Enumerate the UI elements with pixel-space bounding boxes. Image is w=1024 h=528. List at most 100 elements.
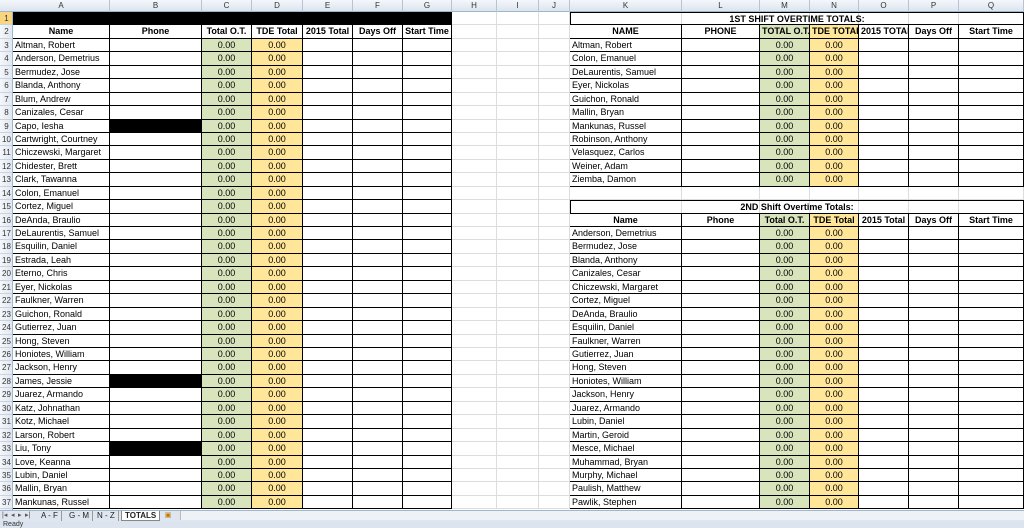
cell[interactable] (403, 186, 452, 201)
tde-total-cell[interactable]: 0.00 (252, 495, 303, 510)
shift2-phone-cell[interactable] (682, 374, 760, 389)
total-ot-cell[interactable]: 0.00 (202, 173, 252, 187)
prev-sheet-icon[interactable]: ◂ (11, 511, 15, 519)
cell[interactable] (859, 253, 909, 268)
cell[interactable] (452, 495, 497, 510)
shift2-phone-cell[interactable] (682, 253, 760, 268)
total-ot-cell[interactable]: 0.00 (202, 119, 252, 133)
row-header[interactable]: 10 (0, 133, 12, 147)
phone-cell[interactable] (110, 361, 202, 375)
employee-name-cell[interactable]: Hong, Steven (13, 334, 110, 348)
row-header[interactable]: 28 (0, 375, 12, 389)
tde-total-cell[interactable]: 0.00 (252, 253, 303, 268)
cell[interactable] (452, 106, 497, 120)
cell[interactable] (959, 119, 1024, 133)
shift1-total-ot-cell[interactable]: 0.00 (760, 92, 810, 107)
column-header-f[interactable]: F (353, 0, 403, 12)
shift2-total-ot-cell[interactable]: 0.00 (760, 388, 810, 402)
cell[interactable] (539, 186, 570, 201)
cell[interactable] (539, 65, 570, 80)
cell[interactable] (403, 307, 452, 322)
tde-total-cell[interactable]: 0.00 (252, 52, 303, 66)
cell[interactable] (859, 132, 909, 147)
shift2-tde-total-cell[interactable]: 0.00 (810, 374, 859, 389)
shift1-total-ot-cell[interactable]: 0.00 (760, 38, 810, 53)
cell[interactable] (303, 334, 353, 348)
cell[interactable] (353, 227, 403, 241)
cell[interactable] (859, 307, 909, 322)
column-header-j[interactable]: J (539, 0, 570, 12)
shift1-phone-cell[interactable] (682, 92, 760, 107)
shift2-total-ot-cell[interactable]: 0.00 (760, 495, 810, 510)
cell[interactable] (909, 428, 959, 443)
total-ot-cell[interactable]: 0.00 (202, 200, 252, 214)
shift2-name-cell[interactable]: Murphy, Michael (570, 468, 682, 483)
cell[interactable] (403, 294, 452, 308)
shift2-name-cell[interactable]: Pawlik, Stephen (570, 495, 682, 510)
shift2-total-ot-cell[interactable]: 0.00 (760, 348, 810, 362)
total-ot-cell[interactable]: 0.00 (202, 374, 252, 389)
shift2-total-ot-cell[interactable]: 0.00 (760, 455, 810, 469)
shift1-phone-cell[interactable] (682, 106, 760, 120)
shift2-title[interactable]: 2ND Shift Overtime Totals: (570, 200, 1024, 214)
tde-total-cell[interactable]: 0.00 (252, 200, 303, 214)
cell[interactable] (353, 253, 403, 268)
cell[interactable] (497, 455, 539, 469)
cell[interactable] (303, 227, 353, 241)
row-header[interactable]: 27 (0, 361, 12, 375)
tde-total-cell[interactable]: 0.00 (252, 92, 303, 107)
shift2-name-cell[interactable]: Jackson, Henry (570, 388, 682, 402)
phone-cell[interactable] (110, 307, 202, 322)
tde-total-cell[interactable]: 0.00 (252, 240, 303, 254)
cell[interactable] (539, 388, 570, 402)
cell[interactable] (859, 334, 909, 348)
shift1-tde-total-cell[interactable]: 0.00 (810, 38, 859, 53)
shift2-tde-total-cell[interactable]: 0.00 (810, 334, 859, 348)
cell[interactable] (303, 267, 353, 281)
cell[interactable] (909, 388, 959, 402)
row-header[interactable]: 21 (0, 281, 12, 295)
cell[interactable] (959, 79, 1024, 93)
employee-name-cell[interactable]: Love, Keanna (13, 455, 110, 469)
cell[interactable] (497, 227, 539, 241)
shift2-phone-cell[interactable] (682, 227, 760, 241)
cell[interactable] (909, 240, 959, 254)
cell[interactable] (403, 468, 452, 483)
cell[interactable] (452, 321, 497, 335)
shift2-tde-total-cell[interactable]: 0.00 (810, 267, 859, 281)
employee-name-cell[interactable]: Chiczewski, Margaret (13, 146, 110, 160)
shift1-header-cell[interactable]: Start Time (959, 25, 1024, 39)
cell[interactable] (303, 361, 353, 375)
total-ot-cell[interactable]: 0.00 (202, 92, 252, 107)
row-header[interactable]: 6 (0, 79, 12, 93)
cell[interactable] (539, 38, 570, 53)
employee-name-cell[interactable]: Cartwright, Courtney (13, 132, 110, 147)
cell[interactable] (539, 307, 570, 322)
cell[interactable] (539, 482, 570, 496)
shift2-tde-total-cell[interactable]: 0.00 (810, 361, 859, 375)
cell[interactable] (859, 294, 909, 308)
cell[interactable] (859, 455, 909, 469)
shift2-tde-total-cell[interactable]: 0.00 (810, 482, 859, 496)
total-ot-cell[interactable]: 0.00 (202, 455, 252, 469)
cell[interactable] (497, 495, 539, 510)
cell[interactable] (959, 468, 1024, 483)
shift2-tde-total-cell[interactable]: 0.00 (810, 415, 859, 429)
shift1-name-cell[interactable]: DeLaurentis, Samuel (570, 65, 682, 80)
shift2-phone-cell[interactable] (682, 401, 760, 416)
cell[interactable] (353, 428, 403, 443)
column-header-d[interactable]: D (252, 0, 303, 12)
cell[interactable] (497, 132, 539, 147)
shift2-tde-total-cell[interactable]: 0.00 (810, 388, 859, 402)
shift1-header-cell[interactable]: Days Off (909, 25, 959, 39)
cell[interactable] (909, 442, 959, 456)
shift2-header-cell[interactable]: 2015 Total (859, 213, 909, 228)
row-header[interactable]: 19 (0, 254, 12, 268)
shift2-phone-cell[interactable] (682, 361, 760, 375)
tde-total-cell[interactable]: 0.00 (252, 374, 303, 389)
cell[interactable] (909, 495, 959, 510)
cell[interactable] (909, 92, 959, 107)
shift1-phone-cell[interactable] (682, 52, 760, 66)
cell[interactable] (909, 38, 959, 53)
shift2-tde-total-cell[interactable]: 0.00 (810, 294, 859, 308)
